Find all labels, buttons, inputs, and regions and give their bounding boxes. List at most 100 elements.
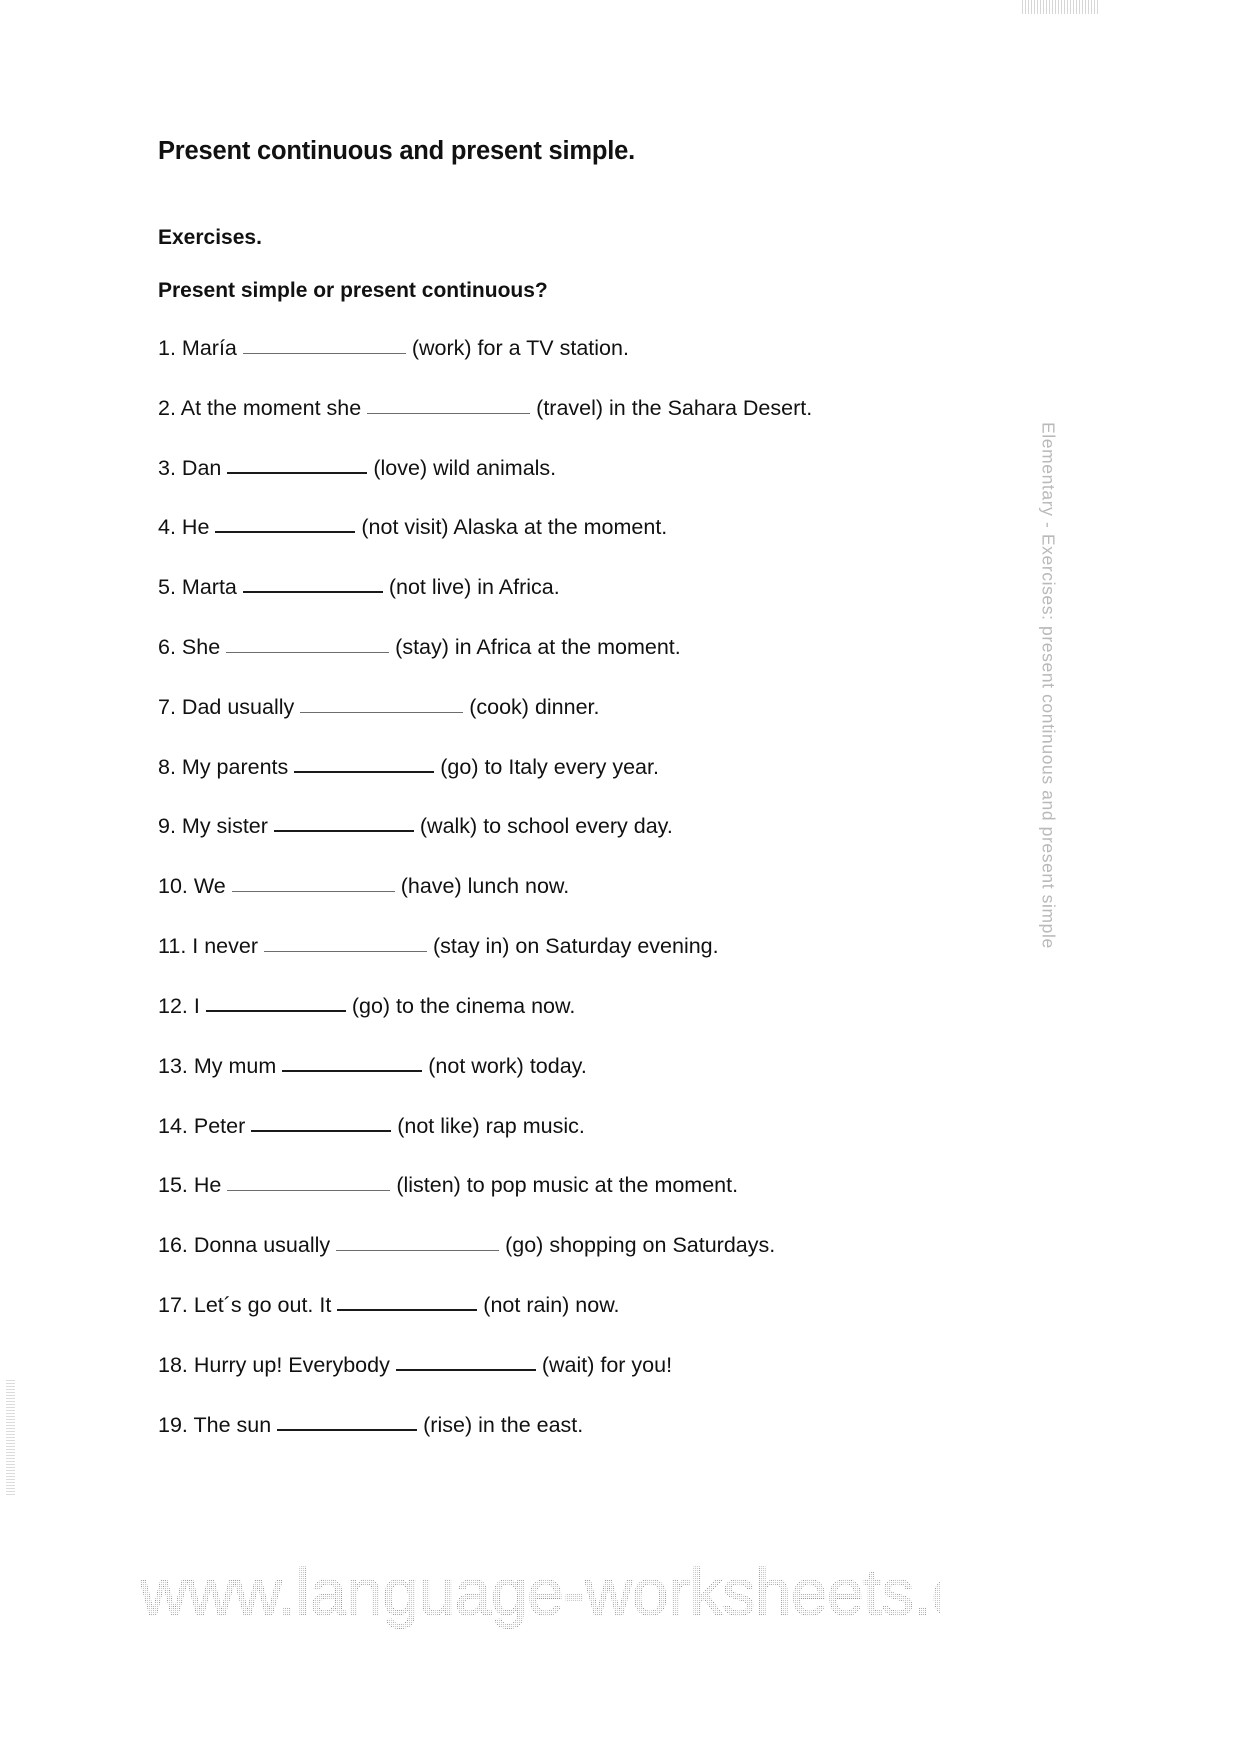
exercise-number: 14. bbox=[158, 1113, 188, 1138]
site-watermark: www.language-worksheets.com bbox=[140, 1532, 940, 1652]
exercise-number: 5. bbox=[158, 575, 176, 600]
exercise-text-after: (cook) dinner. bbox=[469, 694, 600, 719]
exercise-text-before: My parents bbox=[181, 754, 289, 779]
exercise-text-before: Marta bbox=[181, 575, 237, 600]
exercise-number: 1. bbox=[158, 335, 176, 360]
exercise-item: 7. Dad usually (cook) dinner. bbox=[158, 694, 958, 722]
exercise-number: 2. bbox=[158, 395, 176, 420]
exercise-item: 8. My parents (go) to Italy every year. bbox=[158, 754, 958, 782]
answer-blank[interactable] bbox=[232, 891, 395, 892]
exercise-number: 6. bbox=[158, 635, 176, 660]
answer-blank[interactable] bbox=[336, 1250, 499, 1251]
exercise-number: 8. bbox=[158, 754, 176, 779]
answer-blank[interactable] bbox=[337, 1309, 477, 1311]
exercise-item: 2. At the moment she (travel) in the Sah… bbox=[158, 395, 958, 423]
exercise-item: 4. He (not visit) Alaska at the moment. bbox=[158, 514, 958, 542]
worksheet-page: Present continuous and present simple. E… bbox=[0, 0, 1240, 1754]
exercise-text-after: (not visit) Alaska at the moment. bbox=[361, 515, 668, 540]
exercise-text-before: Donna usually bbox=[193, 1233, 331, 1258]
answer-blank[interactable] bbox=[243, 591, 383, 593]
answer-blank[interactable] bbox=[227, 472, 367, 474]
answer-blank[interactable] bbox=[227, 1190, 390, 1191]
exercise-text-before: Peter bbox=[193, 1113, 246, 1138]
exercise-text-after: (stay) in Africa at the moment. bbox=[395, 635, 681, 660]
exercise-text-after: (wait) for you! bbox=[541, 1352, 673, 1377]
answer-blank[interactable] bbox=[367, 413, 530, 414]
exercise-text-before: Hurry up! Everybody bbox=[193, 1352, 390, 1377]
worksheet-content: Present continuous and present simple. E… bbox=[158, 136, 958, 1471]
exercise-text-before: At the moment she bbox=[180, 395, 362, 420]
exercise-prompt: Present simple or present continuous? bbox=[158, 278, 548, 302]
exercise-item: 16. Donna usually (go) shopping on Satur… bbox=[158, 1232, 958, 1260]
exercise-item: 6. She (stay) in Africa at the moment. bbox=[158, 634, 958, 662]
exercise-item: 1. María (work) for a TV station. bbox=[158, 335, 958, 363]
exercise-text-after: (not rain) now. bbox=[483, 1292, 620, 1317]
exercise-number: 13. bbox=[158, 1053, 188, 1078]
exercise-item: 19. The sun (rise) in the east. bbox=[158, 1412, 958, 1440]
exercise-number: 19. bbox=[158, 1412, 188, 1437]
answer-blank[interactable] bbox=[277, 1429, 417, 1431]
exercise-number: 12. bbox=[158, 993, 188, 1018]
answer-blank[interactable] bbox=[251, 1130, 391, 1132]
site-watermark-text: www.language-worksheets.com bbox=[140, 1555, 940, 1630]
answer-blank[interactable] bbox=[264, 951, 427, 952]
exercise-number: 16. bbox=[158, 1233, 188, 1258]
exercise-number: 10. bbox=[158, 874, 188, 899]
scan-artifact-top bbox=[1022, 0, 1100, 14]
answer-blank[interactable] bbox=[274, 830, 414, 832]
exercise-item: 18. Hurry up! Everybody (wait) for you! bbox=[158, 1352, 958, 1380]
exercise-number: 9. bbox=[158, 814, 176, 839]
exercise-text-after: (not live) in Africa. bbox=[388, 575, 560, 600]
exercise-text-after: (listen) to pop music at the moment. bbox=[396, 1173, 739, 1198]
exercise-text-before: He bbox=[193, 1173, 222, 1198]
exercise-text-after: (go) shopping on Saturdays. bbox=[505, 1233, 776, 1258]
answer-blank[interactable] bbox=[226, 652, 389, 653]
exercise-number: 4. bbox=[158, 515, 176, 540]
exercise-text-before: My mum bbox=[193, 1053, 277, 1078]
exercise-list: 1. María (work) for a TV station. 2. At t… bbox=[158, 335, 958, 1439]
exercise-item: 5. Marta (not live) in Africa. bbox=[158, 574, 958, 602]
exercise-number: 17. bbox=[158, 1292, 188, 1317]
exercise-text-after: (rise) in the east. bbox=[423, 1412, 584, 1437]
section-label: Exercises. bbox=[158, 225, 262, 249]
exercise-text-before: She bbox=[181, 635, 221, 660]
exercise-item: 14. Peter (not like) rap music. bbox=[158, 1113, 958, 1141]
exercise-number: 3. bbox=[158, 455, 176, 480]
answer-blank[interactable] bbox=[215, 531, 355, 533]
exercise-text-after: (travel) in the Sahara Desert. bbox=[536, 395, 813, 420]
exercise-text-before: We bbox=[193, 874, 226, 899]
answer-blank[interactable] bbox=[282, 1070, 422, 1072]
margin-caption-text: Elementary - Exercises: present continuo… bbox=[1038, 422, 1059, 949]
page-title: Present continuous and present simple. bbox=[158, 137, 635, 165]
answer-blank[interactable] bbox=[294, 771, 434, 773]
exercise-item: 3. Dan (love) wild animals. bbox=[158, 455, 958, 483]
exercise-item: 17. Let´s go out. It (not rain) now. bbox=[158, 1292, 958, 1320]
answer-blank[interactable] bbox=[243, 353, 406, 354]
exercise-text-after: (love) wild animals. bbox=[373, 455, 557, 480]
exercise-item: 10. We (have) lunch now. bbox=[158, 873, 958, 901]
exercise-text-before: I bbox=[193, 993, 200, 1018]
exercise-text-after: (walk) to school every day. bbox=[419, 814, 673, 839]
exercise-text-before: The sun bbox=[193, 1412, 272, 1437]
answer-blank[interactable] bbox=[206, 1010, 346, 1012]
exercise-text-after: (work) for a TV station. bbox=[411, 335, 629, 360]
exercise-text-after: (go) to the cinema now. bbox=[351, 993, 576, 1018]
exercise-text-before: He bbox=[181, 515, 210, 540]
exercise-text-before: Dad usually bbox=[181, 694, 295, 719]
exercise-item: 13. My mum (not work) today. bbox=[158, 1053, 958, 1081]
scan-artifact-left bbox=[6, 1380, 15, 1495]
exercise-text-before: Let´s go out. It bbox=[193, 1292, 332, 1317]
exercise-number: 7. bbox=[158, 694, 176, 719]
answer-blank[interactable] bbox=[396, 1369, 536, 1371]
exercise-text-before: María bbox=[181, 335, 237, 360]
exercise-number: 18. bbox=[158, 1352, 188, 1377]
answer-blank[interactable] bbox=[300, 712, 463, 713]
exercise-text-after: (go) to Italy every year. bbox=[440, 754, 659, 779]
exercise-text-after: (not work) today. bbox=[428, 1053, 587, 1078]
exercise-item: 15. He (listen) to pop music at the mome… bbox=[158, 1172, 958, 1200]
exercise-text-after: (not like) rap music. bbox=[397, 1113, 585, 1138]
exercise-text-before: My sister bbox=[181, 814, 268, 839]
exercise-number: 11. bbox=[158, 934, 187, 959]
exercise-item: 11. I never (stay in) on Saturday evenin… bbox=[158, 933, 958, 961]
exercise-text-before: Dan bbox=[181, 455, 222, 480]
